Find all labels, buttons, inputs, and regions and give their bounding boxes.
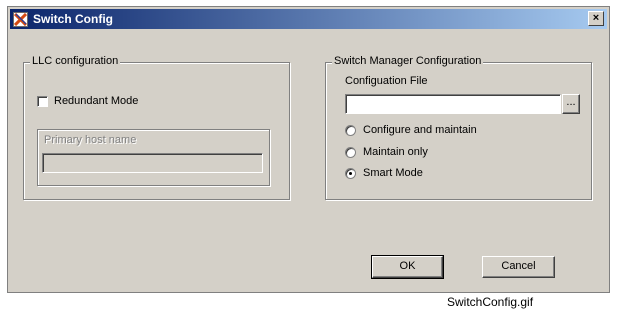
ok-button-label: OK	[399, 260, 416, 272]
radio-configure-and-maintain[interactable]: Configure and maintain	[345, 124, 477, 136]
ok-button[interactable]: OK	[371, 255, 444, 279]
title-bar[interactable]: Switch Config ×	[10, 9, 607, 29]
llc-configuration-legend: LLC configuration	[30, 55, 121, 67]
redundant-mode-label[interactable]: Redundant Mode	[54, 95, 138, 107]
browse-button[interactable]: ...	[562, 94, 580, 114]
radio-button[interactable]	[345, 124, 356, 136]
app-x-icon	[13, 12, 28, 27]
image-caption: SwitchConfig.gif	[447, 295, 534, 309]
switch-manager-legend: Switch Manager Configuration	[332, 55, 484, 67]
cancel-button[interactable]: Cancel	[482, 256, 555, 278]
browse-button-label: ...	[566, 96, 576, 108]
radio-button[interactable]	[345, 167, 356, 179]
llc-configuration-group: LLC configuration Redundant Mode Primary…	[23, 55, 290, 200]
radio-label[interactable]: Maintain only	[363, 146, 428, 158]
config-file-label: Configuation File	[345, 75, 428, 87]
config-file-input[interactable]	[345, 94, 561, 114]
primary-host-legend: Primary host name	[44, 134, 137, 146]
close-icon: ×	[592, 12, 600, 24]
radio-label[interactable]: Smart Mode	[363, 167, 423, 179]
primary-host-input[interactable]	[42, 153, 263, 173]
redundant-mode-checkbox[interactable]	[37, 95, 48, 107]
switch-manager-group: Switch Manager Configuration Configuatio…	[325, 55, 592, 200]
radio-smart-mode[interactable]: Smart Mode	[345, 167, 423, 179]
radio-label[interactable]: Configure and maintain	[363, 124, 477, 136]
radio-button[interactable]	[345, 146, 356, 158]
cancel-button-label: Cancel	[501, 260, 536, 272]
redundant-mode-checkbox-row[interactable]: Redundant Mode	[37, 95, 138, 107]
switch-config-dialog: Switch Config × LLC configuration Redund…	[7, 6, 610, 293]
window-title: Switch Config	[33, 12, 113, 26]
radio-maintain-only[interactable]: Maintain only	[345, 146, 428, 158]
close-button[interactable]: ×	[588, 11, 604, 26]
primary-host-group: Primary host name	[37, 129, 270, 186]
